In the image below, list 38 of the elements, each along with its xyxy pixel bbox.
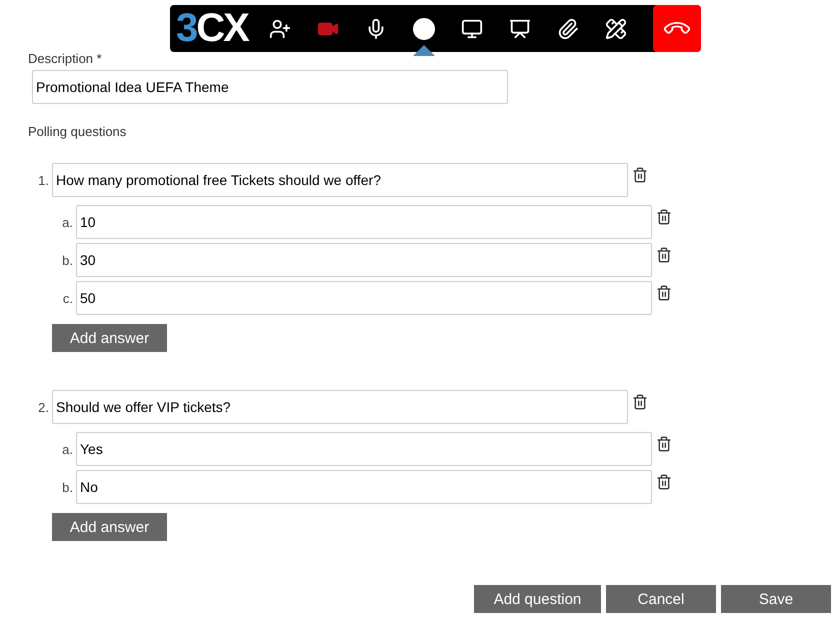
- answer-field[interactable]: 50: [76, 281, 652, 315]
- answer-field[interactable]: 30: [76, 243, 652, 277]
- section-label: Polling questions: [28, 124, 128, 139]
- answer-letter: b.: [61, 480, 74, 494]
- delete-icon[interactable]: [632, 167, 648, 183]
- question-number: 1.: [37, 172, 50, 188]
- monitor-icon: [460, 18, 483, 40]
- question-field[interactable]: Should we offer VIP tickets?: [52, 390, 628, 424]
- delete-icon[interactable]: [656, 247, 672, 263]
- question-field[interactable]: How many promotional free Tickets should we offer?: [52, 163, 628, 197]
- delete-icon[interactable]: [656, 285, 672, 301]
- add-answer-button[interactable]: Add answer: [52, 324, 167, 352]
- cancel-button[interactable]: Cancel: [606, 585, 716, 613]
- save-button[interactable]: Save: [721, 585, 831, 613]
- pencil-ruler-icon: [604, 18, 627, 40]
- answer-letter: c.: [62, 290, 74, 306]
- record-icon: [412, 16, 436, 40]
- add-user-icon: [268, 18, 291, 40]
- field-label: Description *: [28, 51, 103, 66]
- add-answer-button[interactable]: Add answer: [52, 513, 167, 541]
- answer-field[interactable]: 10: [76, 205, 652, 239]
- delete-icon[interactable]: [656, 474, 672, 490]
- answer-field[interactable]: Yes: [76, 432, 652, 466]
- description-field[interactable]: Promotional Idea UEFA Theme: [32, 70, 508, 104]
- delete-icon[interactable]: [656, 209, 672, 225]
- presentation-icon: [508, 18, 531, 40]
- answer-field[interactable]: No: [76, 470, 652, 504]
- selection-indicator: [412, 45, 435, 56]
- logo: 3CX: [175, 5, 250, 52]
- add-question-button[interactable]: Add question: [474, 585, 601, 613]
- question-number: 2.: [37, 400, 50, 414]
- delete-icon[interactable]: [632, 394, 648, 410]
- answer-letter: a.: [61, 442, 74, 456]
- paperclip-icon: [556, 18, 579, 40]
- hang-up-button[interactable]: [653, 5, 701, 52]
- answer-letter: a.: [61, 214, 74, 230]
- answer-letter: b.: [61, 252, 74, 268]
- delete-icon[interactable]: [656, 436, 672, 452]
